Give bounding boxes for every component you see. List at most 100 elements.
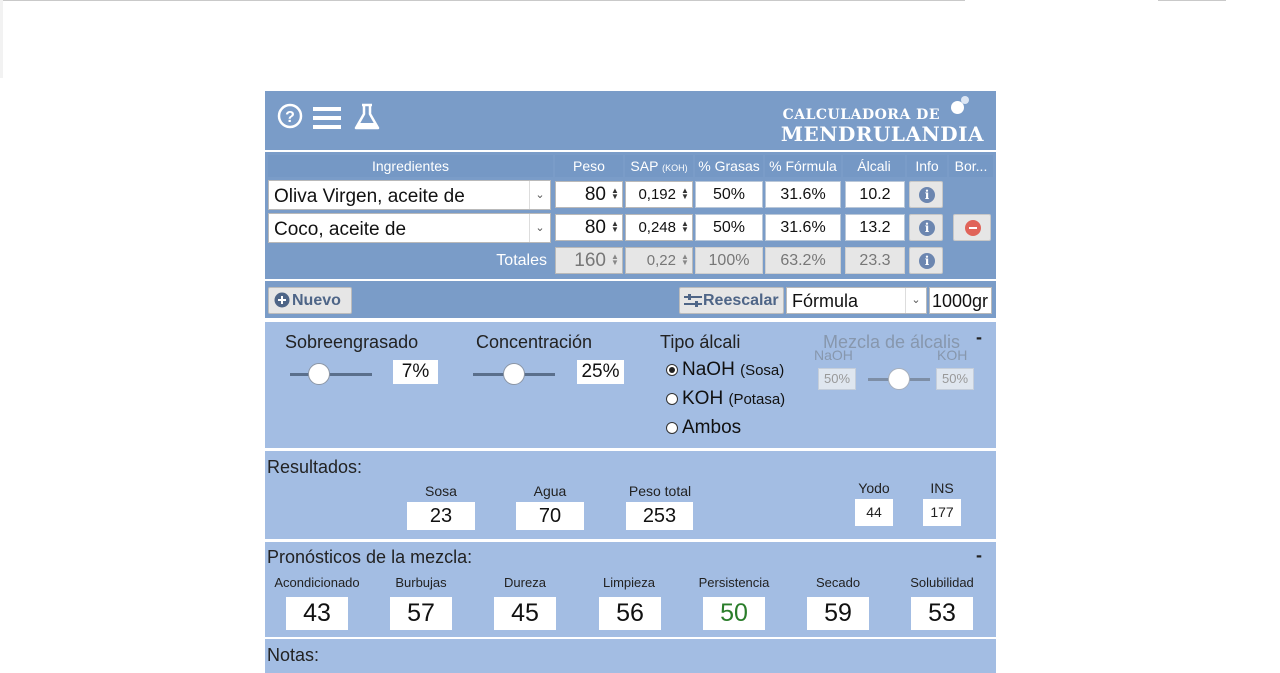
rescale-button[interactable]: Reescalar xyxy=(679,287,784,314)
recipe-toolbar: Nuevo Reescalar Fórmula ⌄ 1000gr xyxy=(265,281,996,318)
dureza-label: Dureza xyxy=(504,575,546,590)
slider-thumb xyxy=(888,368,910,390)
chevron-down-icon: ⌄ xyxy=(905,288,926,313)
sosa-label: Sosa xyxy=(425,483,457,499)
col-header-borrar: Bor... xyxy=(949,155,993,177)
ingredient-select-1[interactable]: Oliva Virgen, aceite de ⌄ xyxy=(268,180,551,210)
agua-value: 70 xyxy=(516,502,584,530)
solubilidad-label: Solubilidad xyxy=(910,575,974,590)
sap-input-2[interactable]: 0,248 ▲ ▼ xyxy=(625,214,693,241)
formula-value-2: 31.6% xyxy=(765,214,841,241)
radio-unselected-icon xyxy=(666,422,678,434)
persistencia-label: Persistencia xyxy=(698,575,770,590)
sobreengrasado-label: Sobreengrasado xyxy=(285,332,419,352)
info-button-2[interactable]: i xyxy=(909,214,943,241)
tipo-alcali-label: Tipo álcali xyxy=(660,332,741,352)
spinner-icon[interactable]: ▲ ▼ xyxy=(610,187,620,201)
notes-title: Notas: xyxy=(267,645,320,665)
svg-text:?: ? xyxy=(285,109,295,126)
soap-calculator: ? CALCULADORA DE MENDRULANDIA Ingredient… xyxy=(265,91,996,673)
predictions-title: Pronósticos de la mezcla: xyxy=(267,547,473,567)
top-divider-line xyxy=(0,0,965,1)
alcali-value-1: 10.2 xyxy=(845,181,905,208)
col-header-info: Info xyxy=(907,155,947,177)
sap-input-1[interactable]: 0,192 ▲ ▼ xyxy=(625,181,693,208)
total-peso: 160 ▲ ▼ xyxy=(555,247,623,274)
sobreengrasado-value[interactable]: 7% xyxy=(393,360,438,384)
yodo-label: Yodo xyxy=(858,480,890,496)
slider-thumb[interactable] xyxy=(503,363,525,385)
ingredient-select-2[interactable]: Coco, aceite de ⌄ xyxy=(268,213,551,243)
grasas-input-1[interactable]: 50% xyxy=(695,181,763,208)
burbujas-value: 57 xyxy=(390,597,452,630)
ins-value: 177 xyxy=(923,499,961,526)
collapse-predictions-button[interactable]: - xyxy=(976,545,982,566)
help-icon[interactable]: ? xyxy=(277,103,303,129)
dureza-value: 45 xyxy=(494,597,556,630)
total-formula: 63.2% xyxy=(765,247,841,274)
results-panel: Resultados: Sosa 23 Agua 70 Peso total 2… xyxy=(265,451,996,539)
spinner-icon[interactable]: ▲ ▼ xyxy=(680,220,690,234)
menu-icon[interactable] xyxy=(313,106,341,130)
persistencia-value: 50 xyxy=(703,597,765,630)
peso-total-label: Peso total xyxy=(628,483,692,499)
bubble-logo-small xyxy=(961,96,969,104)
mezcla-koh-label: KOH xyxy=(937,347,968,363)
new-button[interactable]: Nuevo xyxy=(268,287,352,314)
sliders-icon xyxy=(684,294,702,307)
collapse-settings-button[interactable]: - xyxy=(976,327,982,348)
col-header-alcali: Álcali xyxy=(843,155,905,177)
brand-line1: CALCULADORA DE xyxy=(782,107,940,123)
col-header-formula: % Fórmula xyxy=(765,155,841,177)
peso-input-1[interactable]: 80 ▲ ▼ xyxy=(555,181,623,208)
totals-label: Totales xyxy=(496,252,547,269)
spinner-icon[interactable]: ▲ ▼ xyxy=(680,187,690,201)
col-header-ingredientes: Ingredientes xyxy=(268,155,553,177)
mezcla-naoh-value: 50% xyxy=(818,368,856,390)
grasas-input-2[interactable]: 50% xyxy=(695,214,763,241)
total-grasas: 100% xyxy=(695,247,763,274)
chevron-down-icon: ⌄ xyxy=(529,214,550,242)
mezcla-koh-value: 50% xyxy=(936,368,974,390)
sosa-value: 23 xyxy=(407,502,475,530)
spinner-icon[interactable]: ▲ ▼ xyxy=(610,220,620,234)
delete-button-2[interactable] xyxy=(953,214,991,241)
radio-koh[interactable]: KOH (Potasa) xyxy=(666,388,785,410)
alcali-value-2: 13.2 xyxy=(845,214,905,241)
agua-label: Agua xyxy=(533,483,567,499)
total-alcali: 23.3 xyxy=(845,247,905,274)
radio-ambos[interactable]: Ambos xyxy=(666,417,741,439)
info-button-totals[interactable]: i xyxy=(909,247,943,274)
slider-thumb[interactable] xyxy=(308,363,330,385)
acondicionado-value: 43 xyxy=(286,597,348,630)
secado-label: Secado xyxy=(815,575,861,590)
ingredients-table: Ingredientes Peso SAP (KOH) % Grasas % F… xyxy=(265,152,996,279)
concentracion-value[interactable]: 25% xyxy=(577,360,624,384)
flask-icon[interactable] xyxy=(354,103,380,131)
rescale-mode-select[interactable]: Fórmula ⌄ xyxy=(786,287,927,314)
radio-unselected-icon xyxy=(666,393,678,405)
plus-circle-icon xyxy=(274,292,290,308)
info-icon: i xyxy=(919,253,935,269)
secado-value: 59 xyxy=(807,597,869,630)
chevron-down-icon: ⌄ xyxy=(529,181,550,209)
concentracion-slider[interactable] xyxy=(473,363,555,385)
peso-input-2[interactable]: 80 ▲ ▼ xyxy=(555,214,623,241)
info-button-1[interactable]: i xyxy=(909,181,943,208)
radio-naoh[interactable]: NaOH (Sosa) xyxy=(666,359,784,381)
info-icon: i xyxy=(919,187,935,203)
col-header-sap: SAP (KOH) xyxy=(625,155,693,177)
predictions-panel: Pronósticos de la mezcla: - Acondicionad… xyxy=(265,542,996,637)
spinner-icon: ▲ ▼ xyxy=(681,252,689,267)
sobreengrasado-slider[interactable] xyxy=(290,363,372,385)
col-header-grasas: % Grasas xyxy=(695,155,763,177)
rescale-amount-input[interactable]: 1000gr xyxy=(929,287,992,314)
brand-line2: MENDRULANDIA xyxy=(780,122,984,146)
col-header-peso: Peso xyxy=(555,155,623,177)
total-sap: 0,22 ▲ ▼ xyxy=(625,247,693,274)
results-title: Resultados: xyxy=(267,457,363,477)
mezcla-naoh-label: NaOH xyxy=(814,347,853,363)
ins-label: INS xyxy=(930,480,954,496)
formula-value-1: 31.6% xyxy=(765,181,841,208)
app-header: ? CALCULADORA DE MENDRULANDIA xyxy=(265,91,996,150)
